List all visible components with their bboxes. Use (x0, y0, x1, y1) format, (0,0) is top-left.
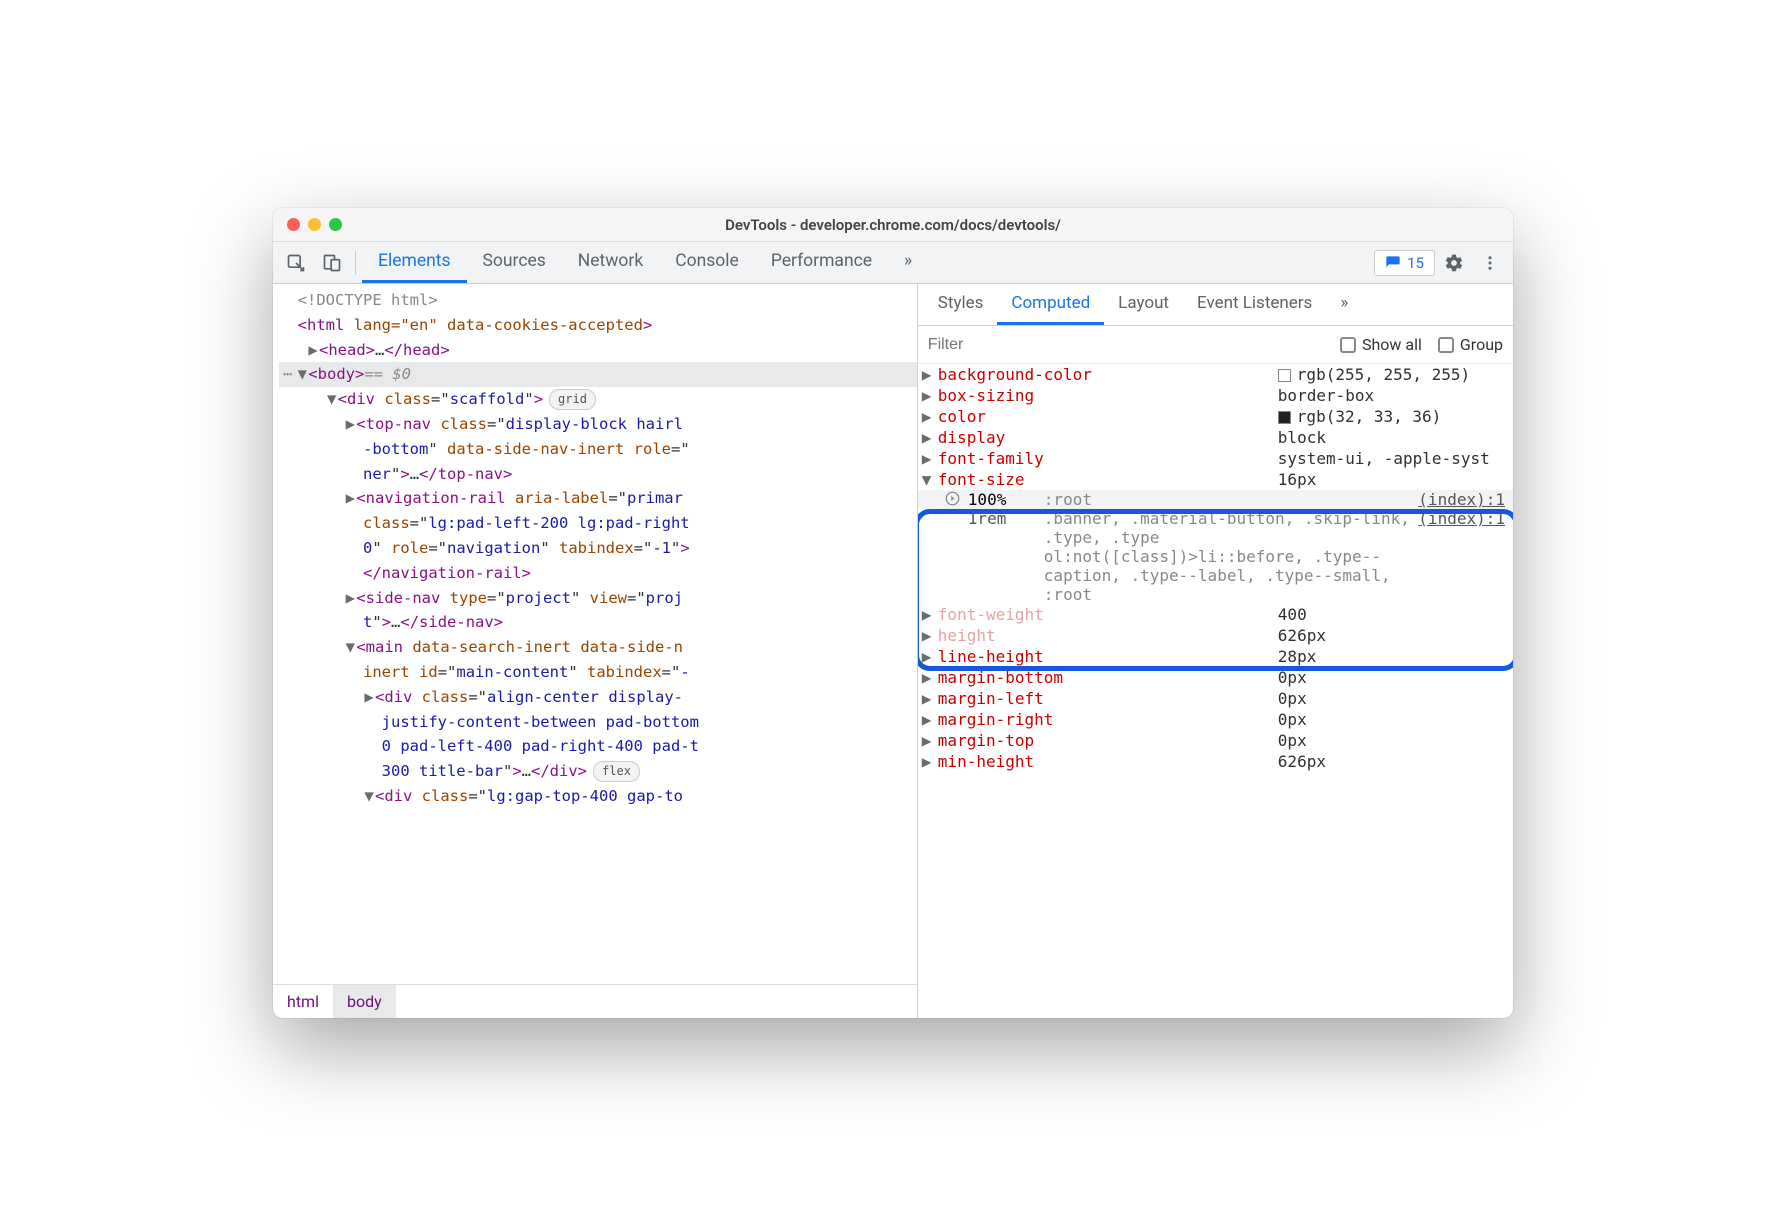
tab-network[interactable]: Network (562, 242, 659, 283)
computed-properties[interactable]: ▶background-colorrgb(255, 255, 255)▶box-… (918, 364, 1513, 1018)
computed-property[interactable]: ▶font-weight400 (918, 604, 1513, 625)
show-all-checkbox[interactable]: Show all (1340, 335, 1422, 354)
issues-count: 15 (1407, 254, 1424, 272)
tab-elements[interactable]: Elements (362, 242, 467, 283)
dom-tree[interactable]: <!DOCTYPE html> <html lang="en" data-coo… (273, 284, 917, 984)
computed-property[interactable]: ▶colorrgb(32, 33, 36) (918, 406, 1513, 427)
computed-property[interactable]: ▶height626px (918, 625, 1513, 646)
more-side-tabs-icon[interactable]: » (1326, 284, 1362, 325)
computed-property[interactable]: ▶margin-top0px (918, 730, 1513, 751)
devtools-window: DevTools - developer.chrome.com/docs/dev… (273, 208, 1513, 1018)
divider (355, 251, 356, 275)
tab-performance[interactable]: Performance (755, 242, 888, 283)
settings-gear-icon[interactable] (1437, 246, 1471, 280)
tab-styles[interactable]: Styles (924, 284, 998, 325)
filter-input[interactable] (928, 336, 1324, 354)
breadcrumb: html body (273, 984, 917, 1018)
device-toggle-icon[interactable] (315, 246, 349, 280)
zoom-window-button[interactable] (329, 218, 342, 231)
style-trace-row[interactable]: 100%:root(index):1 (918, 490, 1513, 509)
main-tabs: Elements Sources Network Console Perform… (362, 242, 928, 283)
kebab-menu-icon[interactable] (1473, 246, 1507, 280)
filter-row: Show all Group (918, 326, 1513, 364)
selected-node-body[interactable]: ⋯▼<body> == $0 (279, 362, 917, 387)
crumb-html[interactable]: html (273, 985, 333, 1018)
computed-property[interactable]: ▶margin-right0px (918, 709, 1513, 730)
computed-property[interactable]: ▶min-height626px (918, 751, 1513, 772)
window-title: DevTools - developer.chrome.com/docs/dev… (273, 216, 1513, 234)
issues-badge[interactable]: 15 (1374, 250, 1435, 276)
main-toolbar: Elements Sources Network Console Perform… (273, 242, 1513, 284)
computed-property[interactable]: ▶margin-bottom0px (918, 667, 1513, 688)
inspect-element-icon[interactable] (279, 246, 313, 280)
tab-computed[interactable]: Computed (997, 284, 1104, 325)
window-controls (287, 218, 342, 231)
side-tabs: Styles Computed Layout Event Listeners » (918, 284, 1513, 326)
computed-property[interactable]: ▶font-familysystem-ui, -apple-syst (918, 448, 1513, 469)
computed-property[interactable]: ▶background-colorrgb(255, 255, 255) (918, 364, 1513, 385)
style-trace-row[interactable]: 1rem.banner, .material-button, .skip-lin… (918, 509, 1513, 604)
computed-property[interactable]: ▶margin-left0px (918, 688, 1513, 709)
titlebar: DevTools - developer.chrome.com/docs/dev… (273, 208, 1513, 242)
content-area: <!DOCTYPE html> <html lang="en" data-coo… (273, 284, 1513, 1018)
tab-console[interactable]: Console (659, 242, 755, 283)
close-window-button[interactable] (287, 218, 300, 231)
group-checkbox[interactable]: Group (1438, 335, 1503, 354)
minimize-window-button[interactable] (308, 218, 321, 231)
computed-property[interactable]: ▶displayblock (918, 427, 1513, 448)
tab-sources[interactable]: Sources (467, 242, 562, 283)
computed-property[interactable]: ▼font-size16px (918, 469, 1513, 490)
tab-event-listeners[interactable]: Event Listeners (1183, 284, 1326, 325)
styles-sidebar: Styles Computed Layout Event Listeners »… (918, 284, 1513, 1018)
tab-layout[interactable]: Layout (1104, 284, 1183, 325)
computed-property[interactable]: ▶box-sizingborder-box (918, 385, 1513, 406)
more-tabs-icon[interactable]: » (888, 242, 928, 283)
elements-panel: <!DOCTYPE html> <html lang="en" data-coo… (273, 284, 918, 1018)
crumb-body[interactable]: body (333, 985, 396, 1018)
computed-property[interactable]: ▶line-height28px (918, 646, 1513, 667)
